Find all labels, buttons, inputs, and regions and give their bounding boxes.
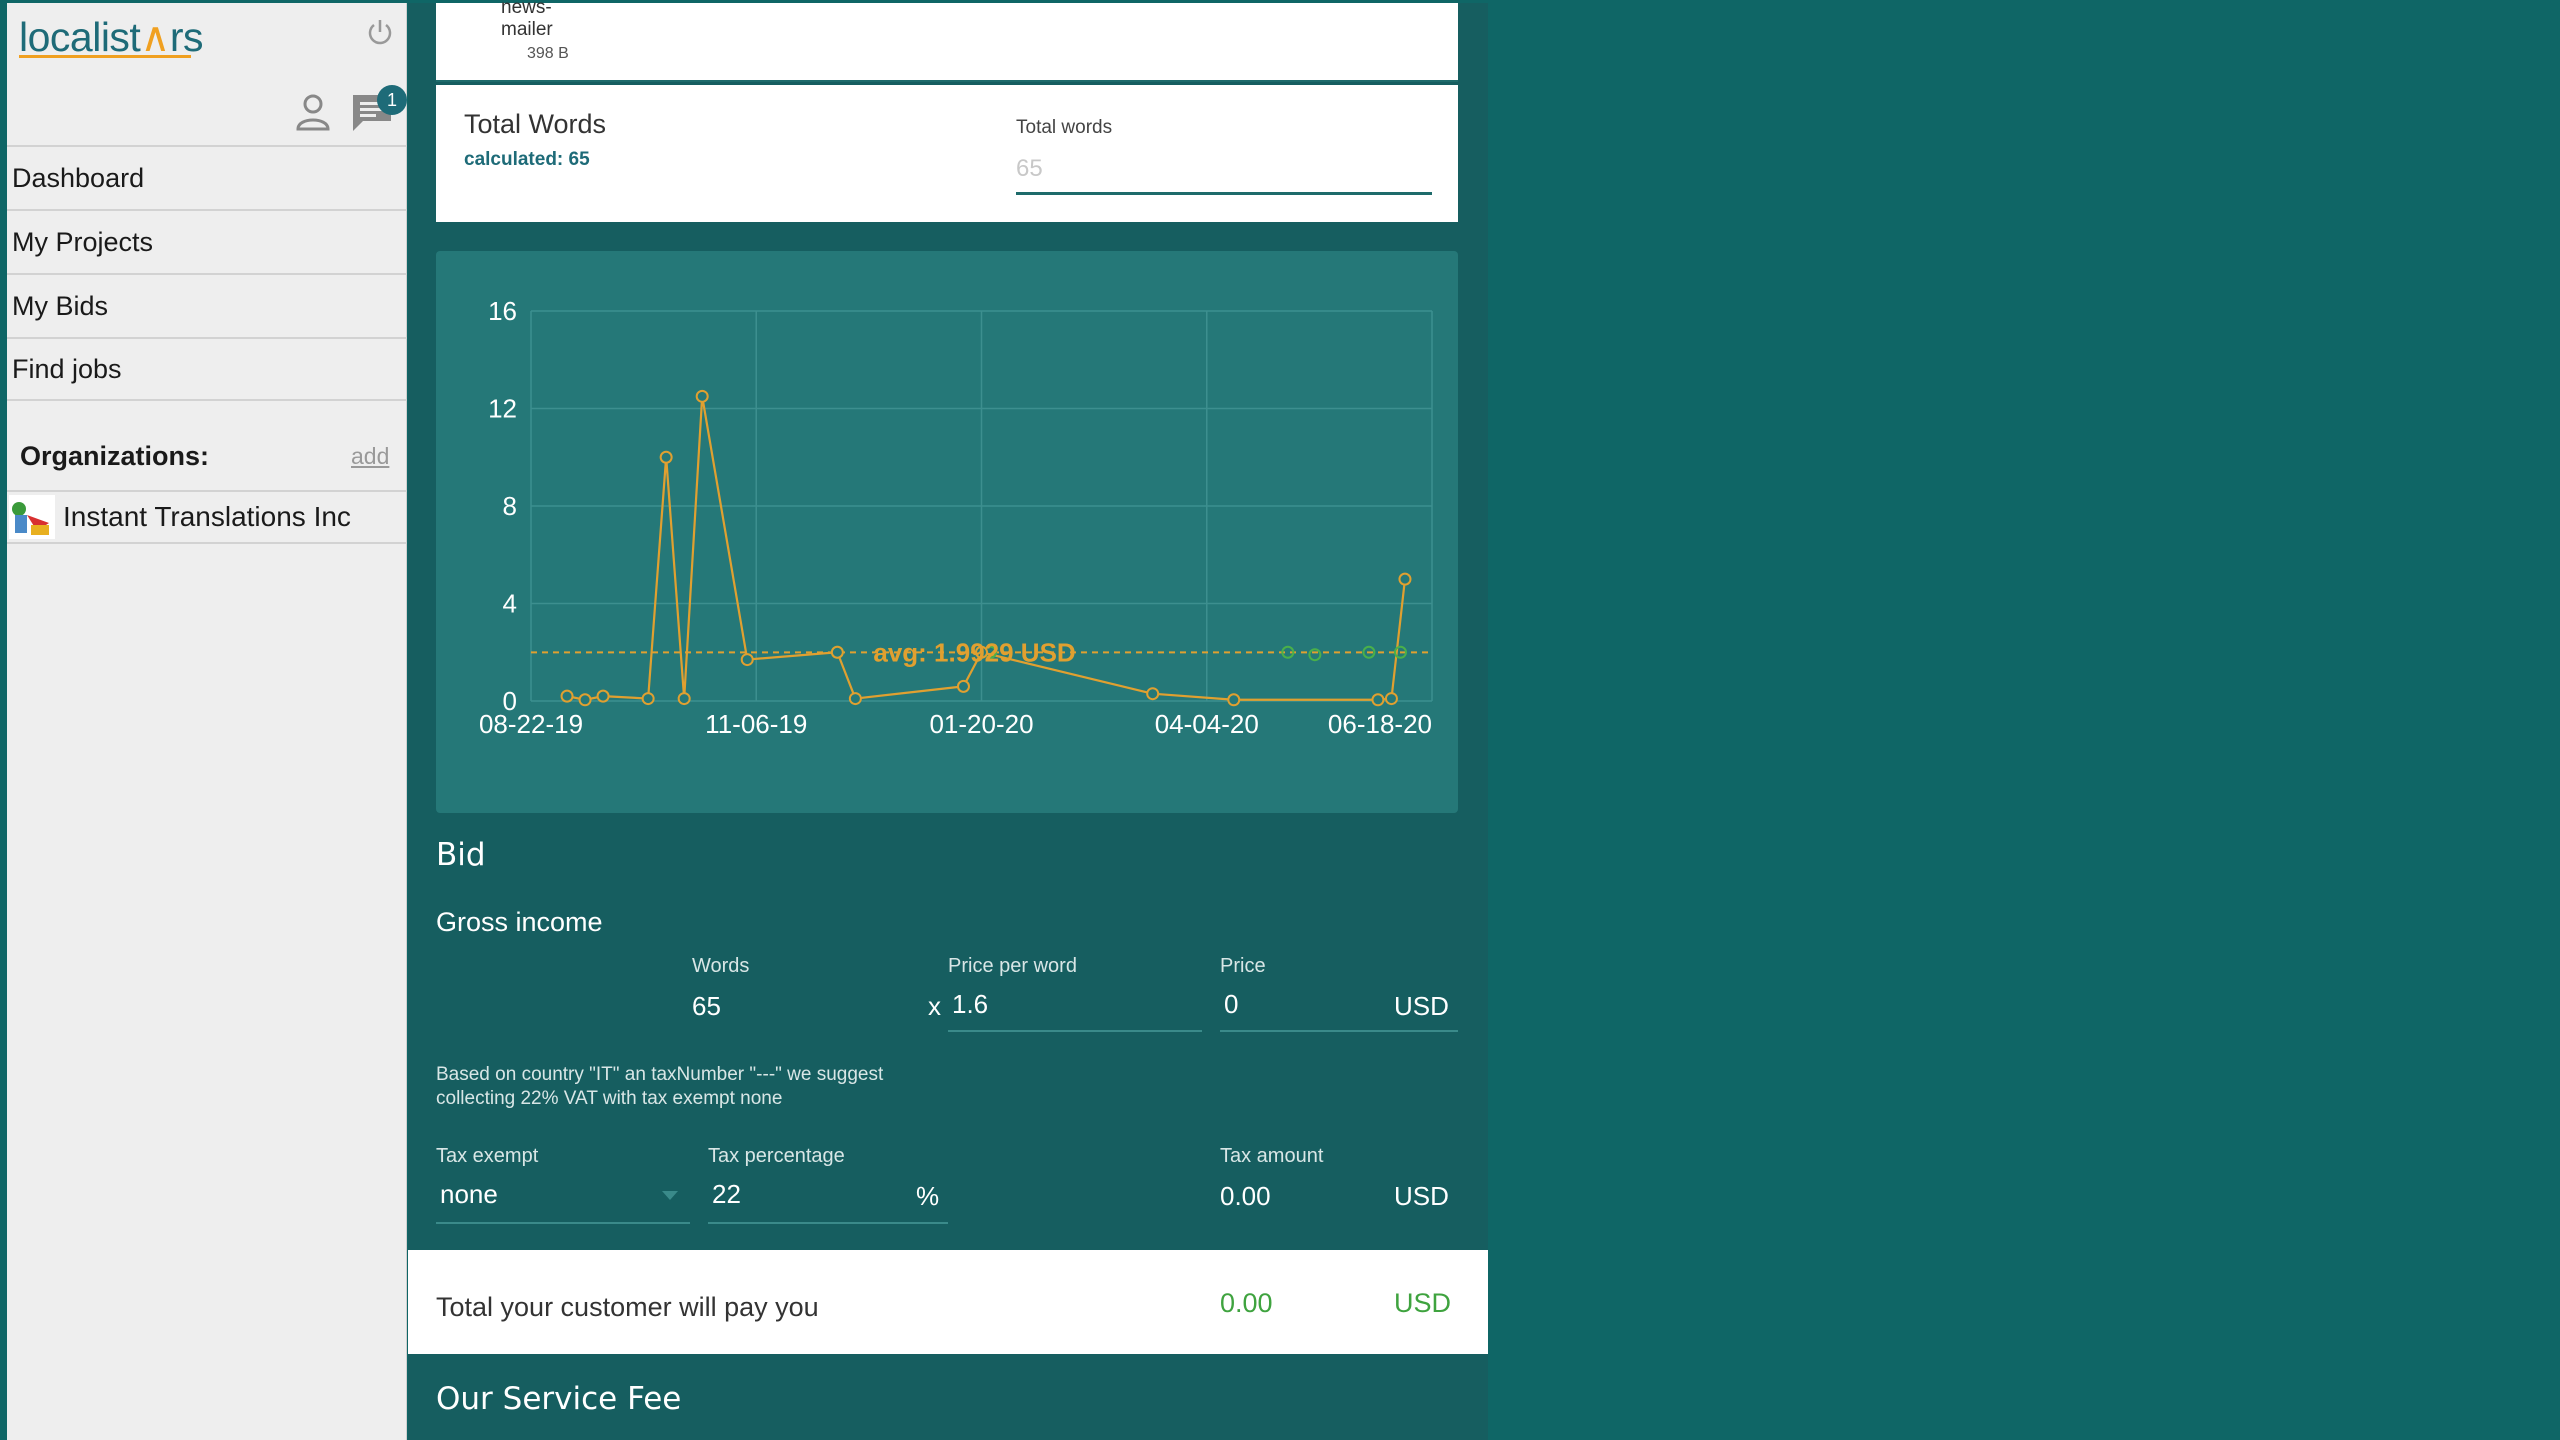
price-currency: USD: [1394, 991, 1449, 1021]
sidebar: localist∧rs 1 Dashboard My Projects My B…: [7, 3, 407, 1440]
tax-percentage-input[interactable]: 22: [712, 1179, 741, 1210]
chart-point: [659, 450, 673, 464]
price-underline: [1220, 1030, 1458, 1032]
nav-item-my-bids[interactable]: My Bids: [7, 273, 407, 337]
tax-percentage-underline: [708, 1222, 948, 1224]
total-value: 0.00: [1220, 1288, 1273, 1318]
tax-exempt-label: Tax exempt: [436, 1145, 539, 1167]
total-bar: Total your customer will pay you 0.00 US…: [408, 1250, 1488, 1354]
total-words-calculated: calculated: 65: [464, 149, 590, 170]
chart-x-tick: 06-18-20: [1328, 709, 1432, 739]
total-currency: USD: [1394, 1288, 1452, 1318]
total-words-card: Total Words calculated: 65 Total words 6…: [436, 85, 1458, 222]
total-words-input[interactable]: 65: [1016, 151, 1432, 195]
gross-income-title: Gross income: [436, 907, 603, 937]
bid-title: Bid: [436, 837, 486, 873]
total-words-field-label: Total words: [1016, 117, 1113, 138]
price-history-chart: 0 4 8 12 16 08-22-19 11-06-19 01-20-20 04-04-20 0…: [436, 251, 1458, 813]
words-label: Words: [692, 955, 750, 977]
nav-list: Dashboard My Projects My Bids Find jobs: [7, 145, 407, 401]
nav-item-find-jobs[interactable]: Find jobs: [7, 337, 407, 401]
price-input[interactable]: 0: [1224, 989, 1238, 1020]
chart-y-tick: 12: [488, 394, 517, 424]
chart-point: [578, 693, 592, 707]
organization-item[interactable]: Instant Translations Inc: [7, 490, 407, 544]
tax-percentage-label: Tax percentage: [708, 1145, 845, 1167]
chart-point: [560, 689, 574, 703]
file-card: news-mailer 398 B: [436, 0, 1458, 82]
chart-y-tick: 4: [503, 589, 517, 619]
tax-exempt-select[interactable]: none: [440, 1179, 498, 1210]
chart-point: [1398, 572, 1412, 586]
logo-underline: [19, 55, 191, 58]
chart-point: [1227, 693, 1241, 707]
total-words-title: Total Words: [464, 109, 607, 139]
total-label: Total your customer will pay you: [436, 1292, 819, 1322]
file-size: 398 B: [527, 45, 569, 62]
tax-exempt-underline: [436, 1222, 690, 1224]
user-icon[interactable]: [295, 93, 331, 131]
chart-svg: 048121608-22-19 11-06-19 01-20-20 04-04-20 0…: [479, 296, 1433, 739]
chart-point: [641, 692, 655, 706]
price-per-word-label: Price per word: [948, 955, 1077, 977]
chart-point: [695, 389, 709, 403]
nav-item-my-projects[interactable]: My Projects: [7, 209, 407, 273]
chevron-down-icon[interactable]: [662, 1191, 678, 1201]
file-name: news-mailer: [501, 0, 553, 40]
organization-name: Instant Translations Inc: [63, 501, 351, 532]
tax-amount-currency: USD: [1394, 1181, 1449, 1211]
power-icon[interactable]: [365, 17, 395, 47]
nav-item-dashboard[interactable]: Dashboard: [7, 145, 407, 209]
tax-amount-value: 0.00: [1220, 1181, 1271, 1211]
organization-avatar: [9, 495, 55, 539]
price-label: Price: [1220, 955, 1266, 977]
chart-x-tick: 11-06-19: [705, 709, 807, 739]
chart-point: [1384, 692, 1398, 706]
percent-sign: %: [916, 1181, 940, 1211]
chart-point: [1371, 693, 1385, 707]
price-per-word-underline: [948, 1030, 1202, 1032]
chart-average-label: avg: 1.9929 USD: [873, 637, 1075, 667]
chart-point: [830, 645, 844, 659]
chart-y-tick: 8: [503, 491, 517, 521]
words-value: 65: [692, 991, 721, 1021]
add-organization-link[interactable]: add: [351, 443, 389, 470]
chart-point: [956, 679, 970, 693]
multiply-sign: x: [928, 991, 941, 1021]
main-panel: news-mailer 398 B Total Words calculated…: [408, 0, 1488, 1440]
chart-point: [596, 689, 610, 703]
chart-x-tick: 04-04-20: [1155, 709, 1259, 739]
logo[interactable]: localist∧rs: [19, 13, 204, 61]
chart-y-tick: 16: [488, 296, 517, 326]
price-per-word-input[interactable]: 1.6: [952, 989, 988, 1020]
service-fee-title: Our Service Fee: [436, 1381, 682, 1417]
notification-badge: 1: [377, 85, 407, 115]
chart-x-tick: 01-20-20: [929, 709, 1033, 739]
organizations-heading: Organizations:: [20, 441, 210, 471]
chart-point: [848, 692, 862, 706]
vat-suggestion-note: Based on country "IT" an taxNumber "---"…: [436, 1064, 884, 1109]
tax-amount-label: Tax amount: [1220, 1145, 1324, 1167]
chart-point: [1146, 687, 1160, 701]
chart-point: [740, 653, 754, 667]
chart-point: [677, 692, 691, 706]
chart-x-tick: 08-22-19: [479, 709, 583, 739]
chart-secondary-point: [1308, 648, 1322, 662]
